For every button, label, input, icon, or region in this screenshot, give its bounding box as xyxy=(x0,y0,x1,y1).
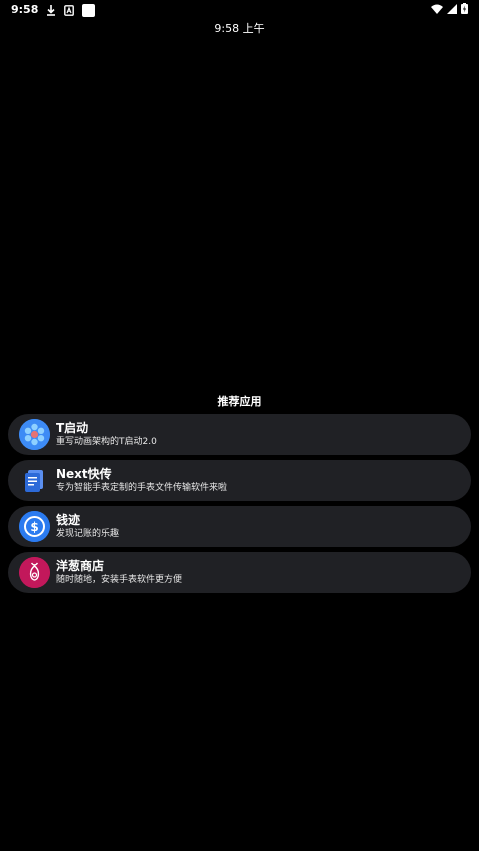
file-transfer-icon xyxy=(19,465,50,496)
battery-charging-icon xyxy=(461,3,468,14)
app-text: T启动 重写动画架构的T启动2.0 xyxy=(56,421,157,448)
app-card-next-transfer[interactable]: Next快传 专为智能手表定制的手表文件传输软件来啦 xyxy=(8,460,471,501)
recommended-app-list: T启动 重写动画架构的T启动2.0 Next快传 专为智能手表定制的手表文件传输… xyxy=(8,414,471,598)
app-name: 洋葱商店 xyxy=(56,559,105,573)
app-card-qianji[interactable]: $ 钱迹 发现记账的乐趣 xyxy=(8,506,471,547)
app-text: 洋葱商店 随时随地，安装手表软件更方便 xyxy=(56,559,182,586)
status-bar: 9:58 xyxy=(0,0,479,20)
app-description: 随时随地，安装手表软件更方便 xyxy=(56,575,183,585)
cellular-signal-icon xyxy=(447,3,457,14)
svg-text:$: $ xyxy=(30,520,38,534)
app-card-onion-store[interactable]: 洋葱商店 随时随地，安装手表软件更方便 xyxy=(8,552,471,593)
square-app-icon xyxy=(82,3,96,17)
app-name: 钱迹 xyxy=(56,513,81,527)
notification-a-icon xyxy=(64,4,75,16)
section-title: 推荐应用 xyxy=(217,395,262,408)
dollar-icon: $ xyxy=(19,511,50,542)
status-left: 9:58 xyxy=(11,3,96,17)
download-icon xyxy=(47,4,56,16)
app-card-tlauncher[interactable]: T启动 重写动画架构的T启动2.0 xyxy=(8,414,471,455)
app-name: Next快传 xyxy=(56,467,112,481)
app-name: T启动 xyxy=(56,421,89,435)
app-description: 重写动画架构的T启动2.0 xyxy=(56,437,157,447)
flower-launcher-icon xyxy=(19,419,50,450)
status-right xyxy=(431,3,468,14)
app-description: 专为智能手表定制的手表文件传输软件来啦 xyxy=(56,483,228,493)
clock-time: 9:58 上午 xyxy=(214,22,265,35)
app-text: 钱迹 发现记账的乐趣 xyxy=(56,513,119,540)
onion-store-icon xyxy=(19,557,50,588)
status-time: 9:58 xyxy=(11,3,39,16)
wifi-icon xyxy=(431,4,443,14)
app-text: Next快传 专为智能手表定制的手表文件传输软件来啦 xyxy=(56,467,227,494)
app-description: 发现记账的乐趣 xyxy=(56,529,120,539)
